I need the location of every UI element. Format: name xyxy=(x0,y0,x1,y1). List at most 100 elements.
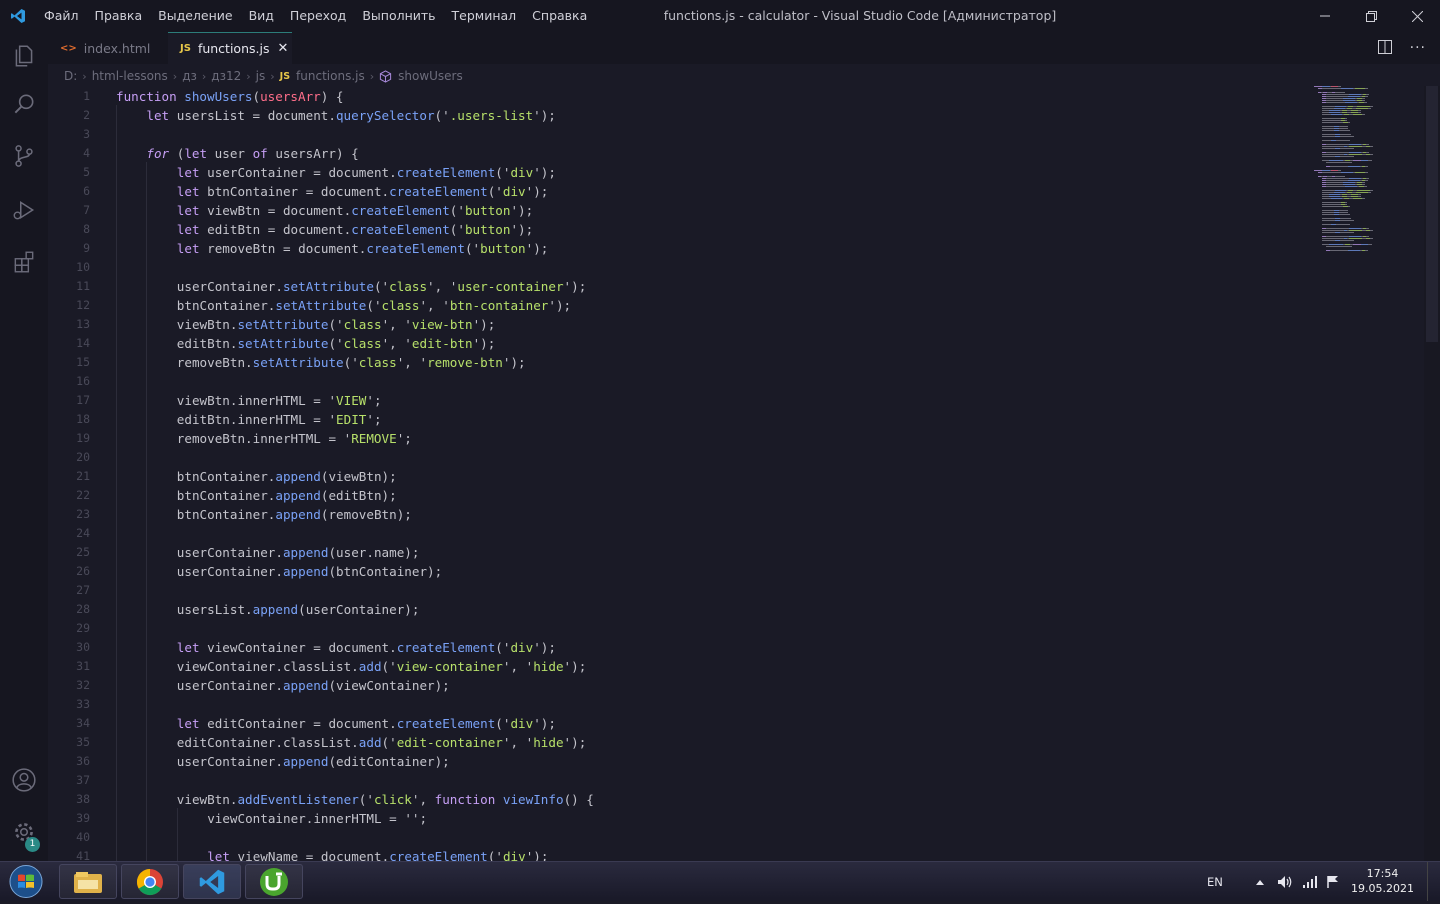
code-line[interactable]: 10 xyxy=(48,258,1308,277)
code-line[interactable]: 4 for (let user of usersArr) { xyxy=(48,144,1308,163)
volume-button[interactable] xyxy=(1277,862,1293,901)
menu-selection[interactable]: Выделение xyxy=(150,0,240,32)
action-center-button[interactable] xyxy=(1326,862,1340,901)
code-line[interactable]: 30 let viewContainer = document.createEle… xyxy=(48,638,1308,657)
close-icon xyxy=(1411,10,1423,22)
menu-edit[interactable]: Правка xyxy=(87,0,151,32)
code-line[interactable]: 7 let viewBtn = document.createElement('b… xyxy=(48,201,1308,220)
manage-button[interactable]: 1 xyxy=(0,808,48,856)
code-line[interactable]: 6 let btnContainer = document.createEleme… xyxy=(48,182,1308,201)
code-text: editBtn.innerHTML = 'EDIT'; xyxy=(177,410,382,429)
code-line[interactable]: 32 userContainer.append(viewContainer); xyxy=(48,676,1308,695)
code-line[interactable]: 39 viewContainer.innerHTML = ''; xyxy=(48,809,1308,828)
menu-view[interactable]: Вид xyxy=(241,0,282,32)
breadcrumb-item[interactable]: дз12 xyxy=(211,69,241,83)
code-line[interactable]: 33 xyxy=(48,695,1308,714)
menu-go[interactable]: Переход xyxy=(282,0,354,32)
code-line[interactable]: 21 btnContainer.append(viewBtn); xyxy=(48,467,1308,486)
code-line[interactable]: 17 viewBtn.innerHTML = 'VIEW'; xyxy=(48,391,1308,410)
breadcrumb-item[interactable]: showUsers xyxy=(398,69,463,83)
code-line[interactable]: 23 btnContainer.append(removeBtn); xyxy=(48,505,1308,524)
code-line[interactable]: 13 viewBtn.setAttribute('class', 'view-bt… xyxy=(48,315,1308,334)
code-line[interactable]: 2 let usersList = document.querySelector(… xyxy=(48,106,1308,125)
code-line[interactable]: 19 removeBtn.innerHTML = 'REMOVE'; xyxy=(48,429,1308,448)
minimap-line xyxy=(1366,228,1369,229)
code-line[interactable]: 11 userContainer.setAttribute('class', 'u… xyxy=(48,277,1308,296)
tab-index-html[interactable]: <> index.html xyxy=(48,32,168,64)
tab-close-button[interactable]: ✕ xyxy=(277,41,288,56)
code-line[interactable]: 38 viewBtn.addEventListener('click', func… xyxy=(48,790,1308,809)
code-line[interactable]: 34 let editContainer = document.createEle… xyxy=(48,714,1308,733)
minimap-line xyxy=(1357,106,1370,107)
code-line[interactable]: 25 userContainer.append(user.name); xyxy=(48,543,1308,562)
minimap-line xyxy=(1362,98,1365,99)
code-line[interactable]: 24 xyxy=(48,524,1308,543)
source-control-button[interactable] xyxy=(0,132,48,180)
code-line[interactable]: 36 userContainer.append(editContainer); xyxy=(48,752,1308,771)
extensions-button[interactable] xyxy=(0,238,48,286)
system-clock[interactable]: 17:54 19.05.2021 xyxy=(1351,866,1414,896)
minimap[interactable] xyxy=(1310,86,1390,256)
code-token: '); xyxy=(472,336,496,351)
minimap-line xyxy=(1329,196,1340,197)
code-line[interactable]: 26 userContainer.append(btnContainer); xyxy=(48,562,1308,581)
breadcrumb-item[interactable]: js xyxy=(256,69,266,83)
code-line[interactable]: 9 let removeBtn = document.createElement(… xyxy=(48,239,1308,258)
menu-terminal[interactable]: Терминал xyxy=(444,0,525,32)
breadcrumb-item[interactable]: html-lessons xyxy=(92,69,168,83)
code-line[interactable]: 22 btnContainer.append(editBtn); xyxy=(48,486,1308,505)
code-line[interactable]: 31 viewContainer.classList.add('view-cont… xyxy=(48,657,1308,676)
menu-run[interactable]: Выполнить xyxy=(354,0,443,32)
code-line[interactable]: 12 btnContainer.setAttribute('class', 'bt… xyxy=(48,296,1308,315)
breadcrumb-item[interactable]: дз xyxy=(182,69,197,83)
code-line[interactable]: 14 editBtn.setAttribute('class', 'edit-bt… xyxy=(48,334,1308,353)
language-indicator[interactable]: EN xyxy=(1207,862,1223,901)
code-line[interactable]: 27 xyxy=(48,581,1308,600)
code-token: let xyxy=(176,222,208,237)
line-number: 34 xyxy=(76,716,90,730)
code-line[interactable]: 5 let userContainer = document.createElem… xyxy=(48,163,1308,182)
code-line[interactable]: 28 usersList.append(userContainer); xyxy=(48,600,1308,619)
tab-functions-js[interactable]: JS functions.js ✕ xyxy=(168,32,292,64)
code-line[interactable]: 37 xyxy=(48,771,1308,790)
code-token: div xyxy=(510,716,534,731)
code-line[interactable]: 8 let editBtn = document.createElement('b… xyxy=(48,220,1308,239)
code-line[interactable]: 41 let viewName = document.createElement(… xyxy=(48,847,1308,861)
taskbar-chrome[interactable] xyxy=(121,864,179,899)
menu-file[interactable]: Файл xyxy=(36,0,87,32)
explorer-button[interactable] xyxy=(0,32,48,80)
code-line[interactable]: 3 xyxy=(48,125,1308,144)
code-editor[interactable]: 1 function showUsers(usersArr) {2 let user… xyxy=(48,86,1424,861)
show-hidden-icons-button[interactable] xyxy=(1255,862,1265,901)
scrollbar-thumb[interactable] xyxy=(1426,86,1438,342)
minimize-button[interactable] xyxy=(1302,0,1348,32)
minimap-line xyxy=(1326,100,1343,101)
taskbar-utorrent[interactable] xyxy=(245,864,303,899)
editor-scrollbar[interactable] xyxy=(1424,86,1440,861)
code-line[interactable]: 29 xyxy=(48,619,1308,638)
code-token: VIEW xyxy=(336,393,367,408)
code-line[interactable]: 15 removeBtn.setAttribute('class', 'remov… xyxy=(48,353,1308,372)
accounts-button[interactable] xyxy=(0,756,48,804)
start-button[interactable] xyxy=(6,863,46,900)
code-line[interactable]: 16 xyxy=(48,372,1308,391)
code-line[interactable]: 1 function showUsers(usersArr) { xyxy=(48,87,1308,106)
code-line[interactable]: 18 editBtn.innerHTML = 'EDIT'; xyxy=(48,410,1308,429)
code-text: viewContainer.innerHTML = ''; xyxy=(207,809,427,828)
code-line[interactable]: 35 editContainer.classList.add('edit-cont… xyxy=(48,733,1308,752)
taskbar-vscode[interactable] xyxy=(183,864,241,899)
code-line[interactable]: 40 xyxy=(48,828,1308,847)
show-desktop-button[interactable] xyxy=(1427,862,1440,901)
more-actions-button[interactable]: ··· xyxy=(1410,40,1426,56)
breadcrumb-item[interactable]: functions.js xyxy=(296,69,365,83)
close-window-button[interactable] xyxy=(1394,0,1440,32)
split-editor-button[interactable] xyxy=(1377,39,1392,58)
taskbar-explorer[interactable] xyxy=(59,864,117,899)
search-button[interactable] xyxy=(0,80,48,128)
breadcrumb-item[interactable]: D: xyxy=(64,69,77,83)
network-button[interactable] xyxy=(1302,862,1318,901)
run-debug-button[interactable] xyxy=(0,186,48,234)
minimap-line xyxy=(1322,218,1335,219)
code-line[interactable]: 20 xyxy=(48,448,1308,467)
restore-button[interactable] xyxy=(1348,0,1394,32)
